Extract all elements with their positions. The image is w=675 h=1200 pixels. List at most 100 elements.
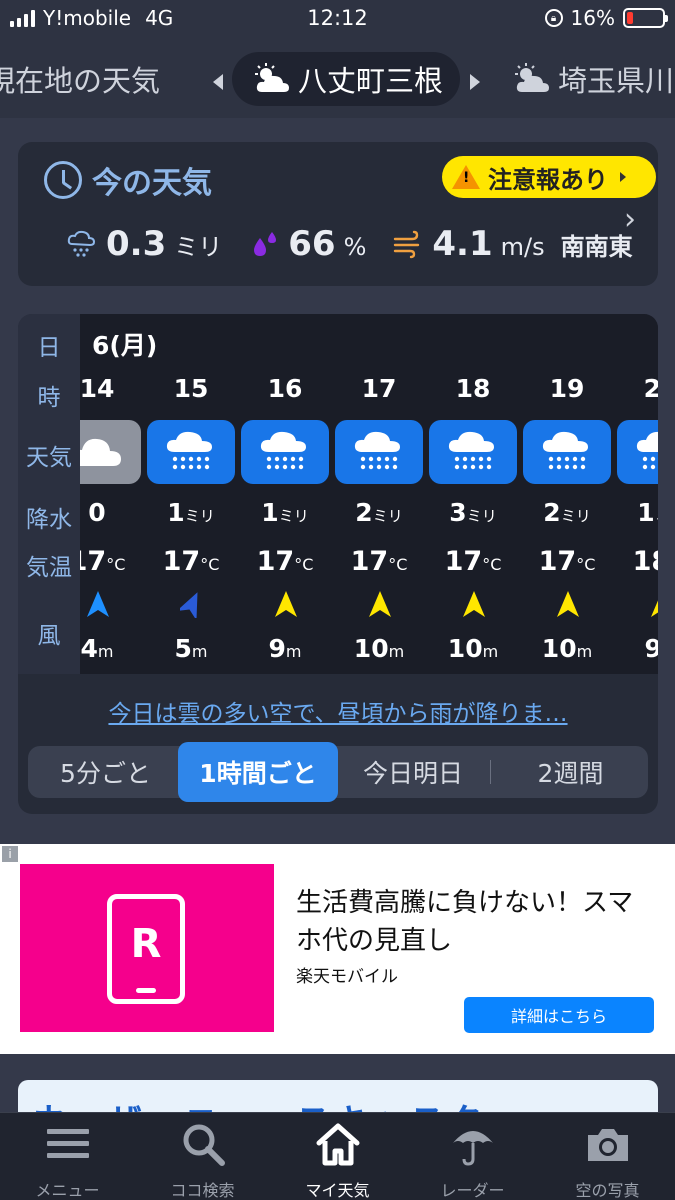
ad-title[interactable]: 生活費高騰に負けない！スマホ代の見直し	[296, 884, 652, 960]
tab-search[interactable]: ココ検索	[135, 1113, 270, 1200]
temperature-unit: °C	[576, 555, 596, 574]
wind-speed: 9m	[238, 634, 332, 663]
tab-menu[interactable]: メニュー	[0, 1113, 135, 1200]
hour-label: 16	[267, 374, 303, 403]
ad-banner[interactable]: i R 生活費高騰に負けない！スマホ代の見直し 楽天モバイル 詳細はこちら	[0, 844, 675, 1054]
chevron-right-icon[interactable]	[470, 74, 480, 90]
location-tab-current[interactable]: 八丈町三根	[232, 52, 460, 106]
rain-icon	[67, 230, 96, 257]
wind-speed-value: 10	[447, 634, 483, 663]
tab-today-tomorrow[interactable]: 今日明日	[338, 746, 488, 798]
menu-icon	[47, 1129, 89, 1158]
wind-direction-arrow-icon	[275, 591, 297, 617]
location-tabs: 現在地の天気 八丈町三根 埼玉県川	[0, 38, 675, 118]
tab-sky-photos[interactable]: 空の写真	[540, 1113, 675, 1200]
hour-column: 18 3ミリ 17°C 10m	[426, 368, 520, 674]
location-tab-prev-label: 現在地の天気	[0, 64, 161, 98]
bottom-tab-bar: メニュー ココ検索 マイ天気 レーダー 空の写真	[0, 1112, 675, 1200]
tab-my-weather[interactable]: マイ天気	[270, 1113, 405, 1200]
wind-speed-value: 9	[268, 634, 286, 663]
weather-tile	[241, 420, 329, 484]
precip-amount: 3ミリ	[426, 498, 520, 527]
cloud-icon	[80, 438, 121, 466]
rain-icon	[448, 431, 494, 470]
location-tab-prev[interactable]: 現在地の天気	[0, 52, 160, 106]
precip-amount: 2ミリ	[332, 498, 426, 527]
wind-speed-unit: m	[97, 642, 114, 661]
tab-sky-photos-label: 空の写真	[575, 1181, 640, 1200]
current-weather-stats: 0.3 ミリ 66 % 4.1 m/s 南南東	[66, 224, 651, 264]
partly-cloudy-icon	[255, 63, 289, 92]
humidity-value: 66	[288, 224, 336, 264]
weather-tile	[617, 420, 658, 484]
wind-speed-value: 4	[80, 634, 98, 663]
hour-column: 14 0 17°C 4m	[80, 368, 144, 674]
tab-menu-label: メニュー	[35, 1181, 100, 1200]
humidity-unit: %	[343, 233, 367, 261]
row-label-weather: 天気	[26, 445, 72, 471]
ad-info-icon[interactable]: i	[2, 846, 18, 862]
status-right: 🔒︎ 16%	[544, 6, 668, 30]
chevron-left-icon[interactable]	[213, 74, 223, 90]
wind-direction: 南南東	[560, 233, 633, 261]
temperature-unit: °C	[294, 555, 314, 574]
temperature-value: 17	[538, 546, 577, 577]
precip-amount: 1ミリ	[614, 498, 658, 527]
forecast-row-labels: 日 時 天気 降水 気温 風	[18, 314, 80, 674]
rakuten-logo: R	[130, 921, 162, 967]
precip-value: 0.3	[106, 224, 167, 264]
wind-speed: 10m	[520, 634, 614, 663]
forecast-summary-link[interactable]: 今日は雲の多い空で、昼頃から雨が降りま…	[18, 694, 658, 728]
precip-unit: ミリ	[560, 507, 591, 525]
hour-column: 15 1ミリ 17°C 5m	[144, 368, 238, 674]
temperature: 17°C	[332, 546, 426, 577]
wind-speed: 10m	[426, 634, 520, 663]
wind-speed-unit: m/s	[500, 233, 545, 261]
weather-tile	[80, 420, 141, 484]
tab-hourly[interactable]: 1時間ごと	[178, 742, 338, 802]
hour-column: 20 1ミリ 18°C 9m	[614, 368, 658, 674]
warning-badge[interactable]: ! 注意報あり	[442, 156, 656, 198]
precip-unit: ミリ	[372, 507, 403, 525]
segment-divider	[490, 760, 491, 784]
precip-amount: 1ミリ	[238, 498, 332, 527]
temperature-value: 17	[350, 546, 389, 577]
hour-label: 20	[643, 374, 658, 403]
tab-2weeks[interactable]: 2週間	[493, 746, 648, 798]
forecast-grid: 日 時 天気 降水 気温 風 6(月) 14017°C4m151ミリ17°C5m…	[18, 314, 658, 674]
ad-details-button[interactable]: 詳細はこちら	[464, 997, 654, 1033]
wind-speed-value: 5	[174, 634, 192, 663]
current-weather-title-text: 今の天気	[92, 166, 212, 201]
current-weather-card[interactable]: 今の天気 ! 注意報あり › 0.3 ミリ 66 % 4.1 m/s 南南東	[18, 142, 658, 286]
wind-speed-value: 9	[644, 634, 659, 663]
precip-unit: ミリ	[278, 507, 309, 525]
weather-tile	[335, 420, 423, 484]
weather-tile	[147, 420, 235, 484]
current-weather-title: 今の天気	[44, 158, 212, 202]
precip-amount: 1ミリ	[144, 498, 238, 527]
location-tab-next[interactable]: 埼玉県川	[512, 52, 674, 106]
tab-my-weather-label: マイ天気	[305, 1181, 370, 1200]
ad-image[interactable]: R	[20, 864, 274, 1032]
rain-icon	[354, 431, 400, 470]
wind-direction-arrow-icon	[369, 591, 391, 617]
camera-icon	[588, 1129, 628, 1161]
wind-direction-arrow-icon	[651, 600, 658, 617]
temperature-value: 17	[162, 546, 201, 577]
row-label-precip: 降水	[26, 507, 72, 533]
partly-cloudy-icon	[515, 63, 549, 92]
forecast-date-row: 6(月)	[80, 314, 658, 368]
row-label-day: 日	[37, 335, 61, 361]
wind-speed-value: 4.1	[432, 224, 493, 264]
status-bar: Y!mobile 4G 12:12 🔒︎ 16%	[0, 0, 675, 38]
precip-value: 2	[543, 498, 561, 527]
precip-unit: ミリ	[655, 507, 658, 525]
wind-speed: 9m	[614, 634, 659, 663]
warning-label: 注意報あり	[488, 165, 608, 194]
tab-search-label: ココ検索	[170, 1181, 235, 1200]
chevron-right-icon	[620, 172, 626, 182]
tab-5min[interactable]: 5分ごと	[28, 746, 183, 798]
tab-radar[interactable]: レーダー	[405, 1113, 540, 1200]
hour-column: 17 2ミリ 17°C 10m	[332, 368, 426, 674]
forecast-hours[interactable]: 14017°C4m151ミリ17°C5m161ミリ17°C9m172ミリ17°C…	[80, 368, 658, 674]
